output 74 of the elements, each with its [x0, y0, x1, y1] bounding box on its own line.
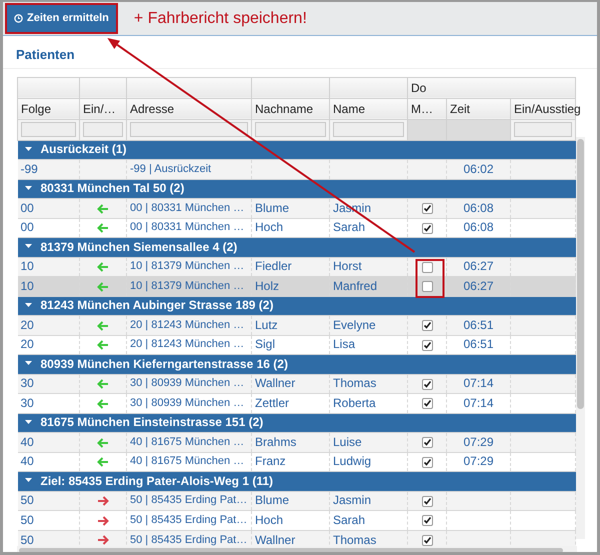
checkbox[interactable] [422, 281, 432, 292]
checkbox[interactable] [422, 496, 432, 507]
address-cell: 50 | 85435 Erding Pat… [126, 491, 252, 510]
first-name-cell: Horst [330, 257, 408, 276]
column-header[interactable]: Nachname [252, 98, 330, 119]
checkbox[interactable] [422, 340, 432, 351]
filter-field[interactable] [514, 122, 572, 137]
group-header-row[interactable]: 81675 München Einsteinstrasse 151 (2) [18, 413, 576, 432]
column-header[interactable]: Name [330, 98, 408, 119]
checkbox[interactable] [422, 437, 432, 448]
time-cell: 06:08 [446, 198, 510, 218]
first-name-cell: Jasmin [330, 491, 408, 510]
panel-title: Patienten [3, 36, 597, 68]
time-cell: 07:29 [446, 432, 510, 452]
address-cell: 10 | 81379 München … [126, 276, 252, 296]
group-header-row[interactable]: 80331 München Tal 50 (2) [18, 179, 576, 198]
checkbox[interactable] [422, 515, 432, 526]
clock-icon [14, 14, 23, 23]
column-group-header: Do [408, 77, 576, 98]
column-header[interactable]: Zeit [446, 98, 510, 119]
first-name-cell: Thomas [330, 374, 408, 394]
group-header-row[interactable]: 81379 München Siemensallee 4 (2) [18, 238, 576, 257]
checkbox[interactable] [422, 534, 432, 546]
time-cell: 06:27 [446, 257, 510, 276]
address-cell: 20 | 81243 München … [126, 316, 252, 335]
filter-field[interactable] [333, 122, 404, 137]
checkbox[interactable] [422, 203, 432, 214]
sequence-cell: 20 [18, 316, 80, 335]
address-cell: 00 | 80331 München … [126, 198, 252, 218]
filter-field[interactable] [21, 122, 76, 137]
calculate-times-button[interactable]: Zeiten ermitteln [5, 3, 118, 34]
sequence-cell: 40 [18, 432, 80, 452]
first-name-cell: Evelyne [330, 316, 408, 335]
address-cell: 30 | 80939 München … [126, 374, 252, 394]
annotation-text: + Fahrbericht speichern! [134, 8, 307, 28]
time-cell: 06:27 [446, 276, 510, 296]
filter-field[interactable] [83, 122, 123, 137]
group-header-row[interactable]: Ziel: 85435 Erding Pater-Alois-Weg 1 (11) [18, 472, 576, 491]
time-cell: 07:14 [446, 374, 510, 394]
column-header[interactable]: M… [408, 98, 446, 119]
column-header[interactable]: Ein/… [80, 98, 126, 119]
checkbox[interactable] [422, 378, 432, 390]
surname-cell: Blume [252, 198, 330, 218]
surname-cell: Holz [252, 276, 330, 296]
first-name-cell: Manfred [330, 276, 408, 296]
filter-field[interactable] [255, 122, 326, 137]
filter-field[interactable] [130, 122, 248, 137]
address-cell: 40 | 81675 München … [126, 432, 252, 452]
checkbox[interactable] [422, 222, 432, 234]
sequence-cell: 30 [18, 374, 80, 394]
group-header-row[interactable]: 81243 München Aubinger Strasse 189 (2) [18, 296, 576, 316]
time-cell: 06:02 [446, 160, 510, 179]
first-name-cell: Luise [330, 432, 408, 452]
address-cell: 10 | 81379 München … [126, 257, 252, 276]
sequence-cell: 50 [18, 491, 80, 510]
surname-cell: Wallner [252, 374, 330, 394]
surname-cell: Fiedler [252, 257, 330, 276]
address-cell: -99 | Ausrückzeit [126, 160, 252, 179]
checkbox[interactable] [422, 320, 432, 332]
checkbox[interactable] [422, 456, 432, 468]
column-header[interactable]: Adresse [126, 98, 252, 119]
time-cell: 06:51 [446, 316, 510, 335]
surname-cell: Blume [252, 491, 330, 510]
sequence-cell: 00 [18, 198, 80, 218]
group-header-row[interactable]: 80939 München Kieferngartenstrasse 16 (2) [18, 354, 576, 374]
surname-cell: Lutz [252, 316, 330, 335]
checkbox[interactable] [422, 262, 432, 273]
sequence-cell: -99 [18, 160, 80, 179]
checkbox[interactable] [422, 398, 432, 410]
sequence-cell: 10 [18, 276, 80, 296]
sequence-cell: 10 [18, 257, 80, 276]
surname-cell: Brahms [252, 432, 330, 452]
column-header[interactable]: Folge [18, 98, 80, 119]
vertical-scrollbar[interactable] [576, 136, 585, 538]
